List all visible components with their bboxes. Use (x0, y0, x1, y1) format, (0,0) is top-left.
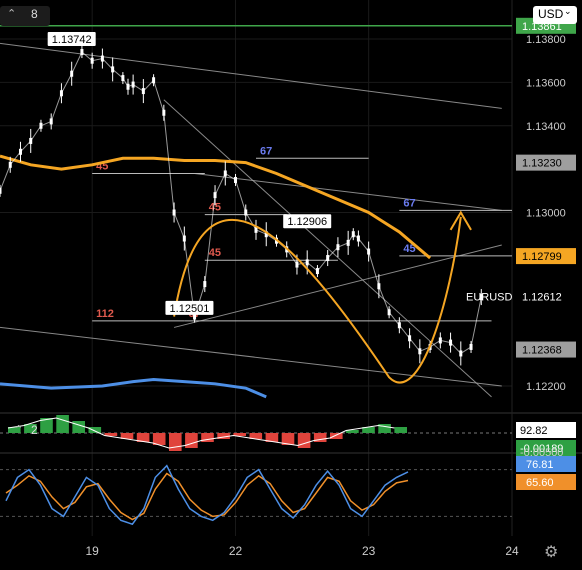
price-tag-value: 1.12799 (522, 251, 562, 263)
macd-bar (394, 427, 407, 433)
stoch-tag-value: 65.60 (526, 477, 554, 489)
price-axis-tick: 1.12200 (526, 381, 566, 393)
price-annotation-label: 1.12501 (170, 303, 210, 315)
price-axis-tick: 1.13000 (526, 208, 566, 220)
chevron-up-icon[interactable]: ⌃ (7, 7, 16, 20)
macd-bar (185, 433, 198, 448)
x-axis-tick: 24 (505, 544, 519, 558)
level-label: 45 (209, 247, 221, 259)
chevron-down-icon: ⌄ (564, 6, 572, 16)
level-label: 67 (403, 197, 415, 209)
chart-stage[interactable]: 456745456711267451.137421.129061.125011.… (0, 0, 582, 565)
x-axis-tick: 22 (229, 544, 243, 558)
macd-bar (88, 427, 102, 433)
price-annotation-label: 1.12906 (287, 216, 327, 228)
panel-count[interactable]: 8 (31, 7, 38, 21)
price-axis-tick: 1.13800 (526, 34, 566, 46)
macd-bar (297, 433, 311, 448)
x-axis-tick: 23 (362, 544, 376, 558)
macd-bar (330, 433, 343, 439)
stoch-tag-value: 76.81 (526, 459, 554, 471)
level-label: 67 (260, 145, 272, 157)
currency-label: USD (538, 7, 564, 21)
macd-tag-value: 92.82 (520, 425, 548, 437)
price-annotation-label: 1.13742 (52, 34, 92, 46)
price-tag-value: 1.12612 (522, 292, 562, 304)
price-axis-tick: 1.13600 (526, 77, 566, 89)
macd-bar (72, 421, 85, 433)
price-axis-tick: 1.13400 (526, 121, 566, 133)
gear-icon[interactable]: ⚙ (544, 542, 558, 562)
price-tag-value: 1.13230 (522, 158, 562, 170)
x-axis-tick: 19 (85, 544, 99, 558)
chevron-up-icon[interactable]: ⌃ (14, 423, 23, 436)
trading-chart[interactable]: 456745456711267451.137421.129061.125011.… (0, 0, 582, 565)
macd-bar (169, 433, 182, 451)
price-tag-value: 1.12368 (522, 345, 562, 357)
level-label: 112 (96, 308, 114, 320)
indicator-panel-count[interactable]: 2 (31, 423, 38, 437)
symbol-label: EURUSD (466, 292, 513, 304)
chart-background (0, 0, 582, 565)
macd-bar (56, 415, 69, 433)
